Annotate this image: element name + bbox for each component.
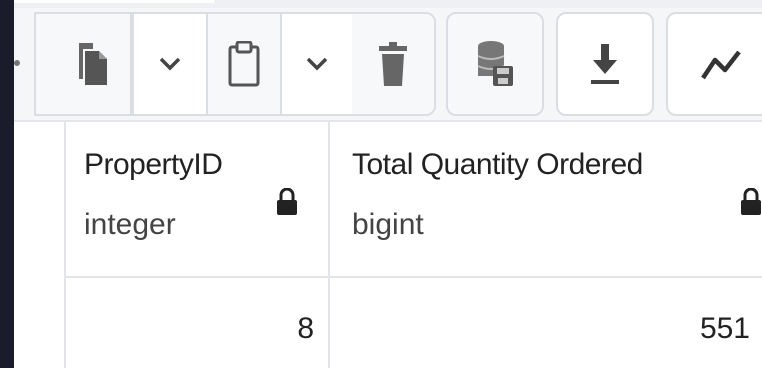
cell-total-quantity-ordered[interactable]: 551 (330, 312, 750, 346)
paste-icon (228, 41, 260, 87)
lock-icon (740, 188, 762, 216)
delete-icon (379, 42, 407, 86)
download-button[interactable] (556, 12, 654, 116)
row-number-column (14, 122, 64, 368)
graph-visualiser-button[interactable] (666, 12, 762, 116)
save-data-icon (477, 40, 513, 88)
delete-button[interactable] (352, 12, 436, 116)
window-edge (0, 0, 14, 368)
column-name: Total Quantity Ordered (352, 148, 643, 181)
header-row-divider (64, 276, 762, 278)
paste-button[interactable] (208, 12, 282, 116)
chevron-down-icon (159, 57, 181, 71)
overflow-dot (14, 60, 20, 66)
chevron-down-icon (306, 57, 328, 71)
paste-options-dropdown[interactable] (280, 12, 354, 116)
column-name: PropertyID (84, 148, 223, 181)
save-data-button[interactable] (446, 12, 544, 116)
column-type: integer (84, 208, 176, 241)
cell-propertyid[interactable]: 8 (66, 312, 314, 346)
toolbar (14, 0, 762, 122)
column-type: bigint (352, 208, 424, 241)
download-icon (591, 42, 619, 86)
data-grid: PropertyID integer Total Quantity Ordere… (14, 122, 762, 368)
copy-options-dropdown[interactable] (132, 12, 208, 116)
lock-icon (276, 188, 298, 216)
copy-icon (75, 41, 109, 87)
graph-icon (699, 44, 743, 84)
toolbar-top-strip (14, 0, 762, 8)
